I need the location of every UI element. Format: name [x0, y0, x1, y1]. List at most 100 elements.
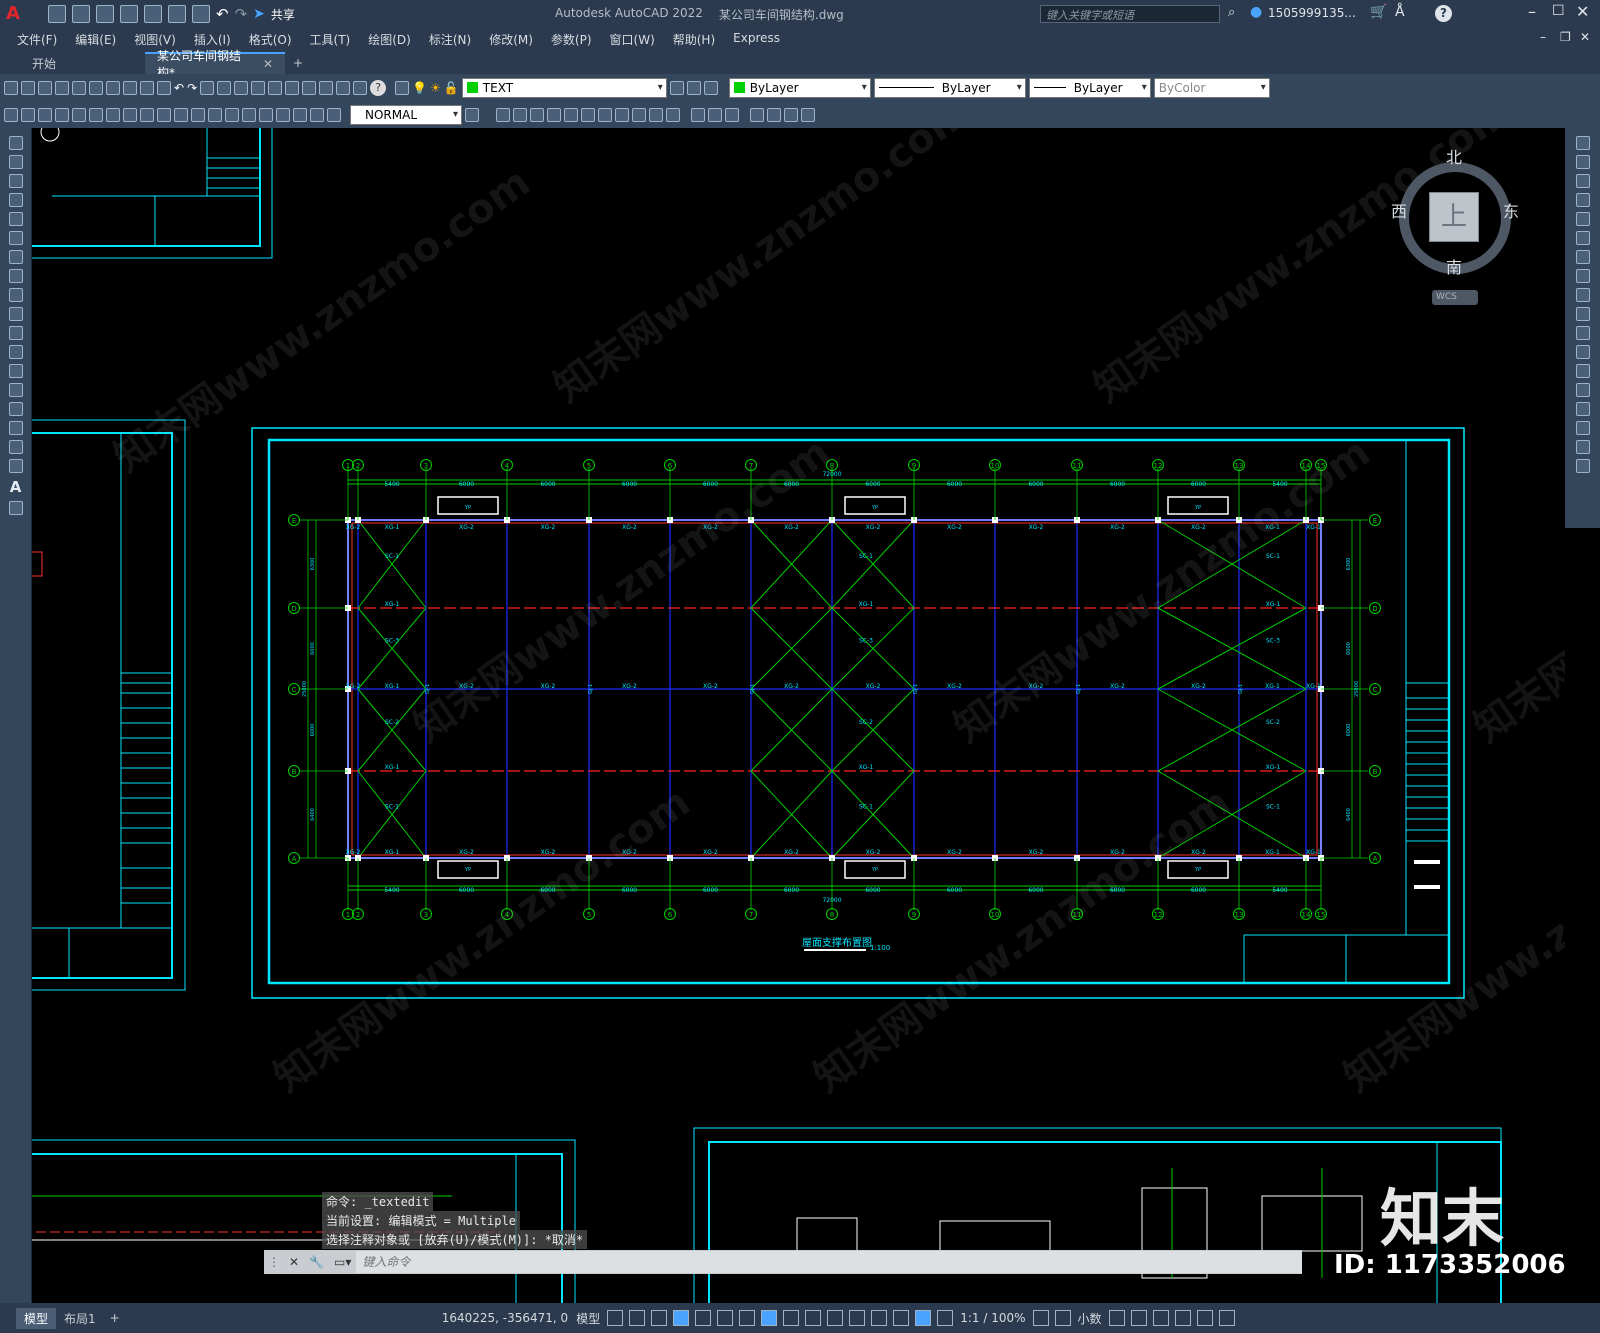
doc-restore-icon[interactable]: ❐ [1560, 30, 1571, 44]
color-dropdown[interactable]: ByLayer [728, 77, 871, 98]
blend-icon[interactable] [1575, 440, 1590, 454]
customization-icon[interactable] [1218, 1310, 1235, 1326]
solid-cylinder-icon[interactable] [564, 107, 578, 122]
zoom-realtime-icon[interactable] [217, 80, 232, 95]
spline-icon[interactable] [8, 288, 23, 302]
inspect-icon[interactable] [259, 107, 273, 122]
dynamic-ucs-icon[interactable] [871, 1310, 888, 1326]
dimstyle-icon[interactable] [465, 107, 479, 122]
dim-linear-icon[interactable] [4, 107, 18, 122]
solid-cone-icon[interactable] [530, 107, 544, 122]
erase-icon[interactable] [1575, 136, 1590, 150]
copy-icon[interactable] [123, 80, 137, 95]
polyline-icon[interactable] [8, 174, 23, 188]
menu-item-4[interactable]: 格式(O) [240, 31, 301, 48]
annotation-visibility-icon[interactable] [915, 1310, 932, 1326]
tool-palette-icon[interactable] [302, 80, 317, 95]
layer-state-icon[interactable] [703, 80, 718, 95]
lock-ui-icon[interactable] [1130, 1310, 1147, 1326]
make-current-icon[interactable] [669, 80, 684, 95]
layer-manager-icon[interactable] [395, 80, 410, 95]
new-tab-button[interactable]: + [285, 52, 311, 74]
menu-item-2[interactable]: 视图(V) [125, 31, 185, 48]
scale-icon[interactable] [1575, 269, 1590, 283]
offset-icon[interactable] [1575, 193, 1590, 207]
dim-baseline-icon[interactable] [157, 107, 171, 122]
interfere-icon[interactable] [666, 107, 680, 122]
dim-break-icon[interactable] [208, 107, 222, 122]
open-icon[interactable] [21, 80, 35, 95]
preview-icon[interactable] [72, 80, 86, 95]
autocad-logo-icon[interactable]: A [6, 3, 30, 25]
chamfer-icon[interactable] [1575, 402, 1590, 416]
redo-icon[interactable]: ↷ [235, 5, 248, 23]
tab-layout1[interactable]: 布局1 [56, 1308, 104, 1329]
menu-item-3[interactable]: 插入(I) [185, 31, 240, 48]
mirror-icon[interactable] [1575, 174, 1590, 188]
add-layout-icon[interactable]: + [110, 1311, 120, 1325]
undo-icon-2[interactable]: ↶ [174, 81, 184, 95]
command-prompt-icon[interactable]: ▭▾ [334, 1255, 351, 1269]
dim-angular-icon[interactable] [123, 107, 137, 122]
quick-properties-icon[interactable] [1108, 1310, 1125, 1326]
extend-icon[interactable] [1575, 326, 1590, 340]
menu-item-11[interactable]: 帮助(H) [664, 31, 724, 48]
add-selected-icon[interactable] [8, 501, 23, 515]
layer-lock-icon[interactable]: 🔓 [444, 81, 459, 95]
open-file-icon[interactable] [72, 5, 90, 23]
center-mark-icon[interactable] [242, 107, 256, 122]
stretch-icon[interactable] [1575, 288, 1590, 302]
export-icon[interactable] [168, 5, 186, 23]
selection-cycling-icon[interactable] [827, 1310, 844, 1326]
command-input[interactable] [356, 1251, 1302, 1273]
circle-icon[interactable] [8, 250, 23, 264]
tab-document[interactable]: 某公司车间钢结构* ✕ [145, 49, 285, 80]
revolve-icon[interactable] [615, 107, 629, 122]
osnap-icon[interactable] [761, 1310, 778, 1326]
ellipse-icon[interactable] [8, 307, 23, 321]
dimtedit-icon[interactable] [310, 107, 324, 122]
isodraft-icon[interactable] [717, 1310, 734, 1326]
break-point-icon[interactable] [1575, 345, 1590, 359]
print-icon[interactable] [55, 80, 69, 95]
close-icon[interactable]: ✕ [1576, 2, 1589, 21]
insert-block-icon[interactable] [8, 345, 23, 359]
solid-torus-icon[interactable] [581, 107, 595, 122]
quick-dim-icon[interactable] [140, 107, 154, 122]
revision-cloud-icon[interactable] [8, 269, 23, 283]
menu-item-8[interactable]: 修改(M) [480, 31, 542, 48]
ortho-icon[interactable] [673, 1310, 690, 1326]
calculator-icon[interactable] [353, 80, 368, 95]
infer-icon[interactable] [651, 1310, 668, 1326]
dim-radius-icon[interactable] [72, 107, 86, 122]
publish-icon[interactable] [144, 5, 162, 23]
polar-icon[interactable] [695, 1310, 712, 1326]
doc-close-icon[interactable]: ✕ [1580, 30, 1590, 44]
dim-continue-icon[interactable] [174, 107, 188, 122]
dim-arc-icon[interactable] [38, 107, 52, 122]
3d-zoom-icon[interactable] [784, 107, 798, 122]
match-prop-icon[interactable] [157, 80, 171, 95]
cart-icon[interactable]: 🛒 [1370, 4, 1387, 20]
otrack-icon[interactable] [739, 1310, 756, 1326]
line-icon[interactable] [8, 136, 23, 150]
break-icon[interactable] [1575, 364, 1590, 378]
section-icon[interactable] [649, 107, 663, 122]
units-value[interactable]: 小数 [1074, 1310, 1106, 1327]
sheet-set-icon[interactable] [319, 80, 334, 95]
menu-item-12[interactable]: Express [724, 31, 789, 48]
compass-east[interactable]: 东 [1503, 198, 1519, 222]
3d-pan-icon[interactable] [767, 107, 781, 122]
a360-icon[interactable]: Å [1395, 4, 1405, 20]
hardware-accel-icon[interactable] [1174, 1310, 1191, 1326]
extrude-icon[interactable] [598, 107, 612, 122]
viewcube-top-face[interactable]: 上 [1429, 192, 1479, 242]
grid-icon[interactable] [607, 1310, 624, 1326]
viewcube[interactable]: 上 北 南 西 东 WCS [1387, 140, 1527, 310]
compass-north[interactable]: 北 [1446, 144, 1462, 168]
arc-icon[interactable] [8, 231, 23, 245]
command-grip-icon[interactable]: ⋮ [268, 1255, 280, 1269]
doc-minimize-icon[interactable]: – [1540, 30, 1546, 44]
jogged-linear-icon[interactable] [276, 107, 290, 122]
pan-icon[interactable] [200, 80, 215, 95]
